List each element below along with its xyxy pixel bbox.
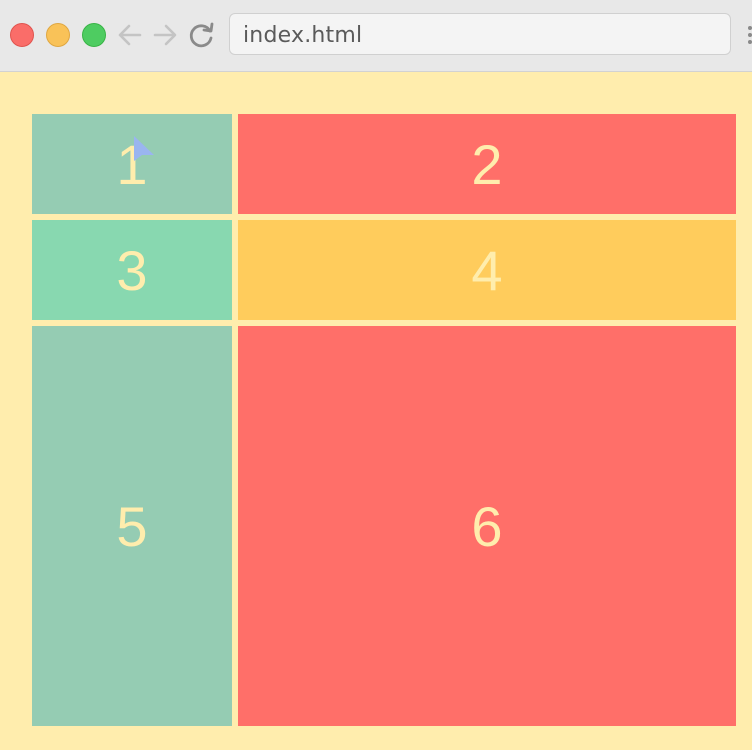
browser-toolbar: index.html bbox=[0, 0, 752, 72]
grid-container: 1 2 3 4 5 6 bbox=[32, 114, 736, 726]
grid-item-label: 3 bbox=[116, 238, 148, 302]
grid-item-label: 4 bbox=[471, 238, 503, 302]
grid-item-6: 6 bbox=[238, 326, 736, 726]
address-bar[interactable]: index.html bbox=[229, 13, 731, 55]
grid-item-1: 1 bbox=[32, 114, 232, 214]
grid-item-2: 2 bbox=[238, 114, 736, 214]
grid-item-label: 2 bbox=[471, 132, 503, 196]
grid-item-4: 4 bbox=[238, 220, 736, 320]
close-icon[interactable] bbox=[10, 23, 34, 47]
forward-arrow-icon[interactable] bbox=[150, 19, 180, 51]
reload-icon[interactable] bbox=[186, 19, 216, 51]
maximize-icon[interactable] bbox=[82, 23, 106, 47]
grid-item-3: 3 bbox=[32, 220, 232, 320]
back-arrow-icon[interactable] bbox=[115, 19, 145, 51]
pointer-cursor-icon bbox=[134, 136, 154, 161]
grid-item-5: 5 bbox=[32, 326, 232, 726]
address-text: index.html bbox=[243, 23, 363, 48]
minimize-icon[interactable] bbox=[46, 23, 70, 47]
menu-icon[interactable] bbox=[746, 24, 752, 46]
grid-item-label: 5 bbox=[116, 494, 148, 558]
grid-item-label: 6 bbox=[471, 494, 503, 558]
